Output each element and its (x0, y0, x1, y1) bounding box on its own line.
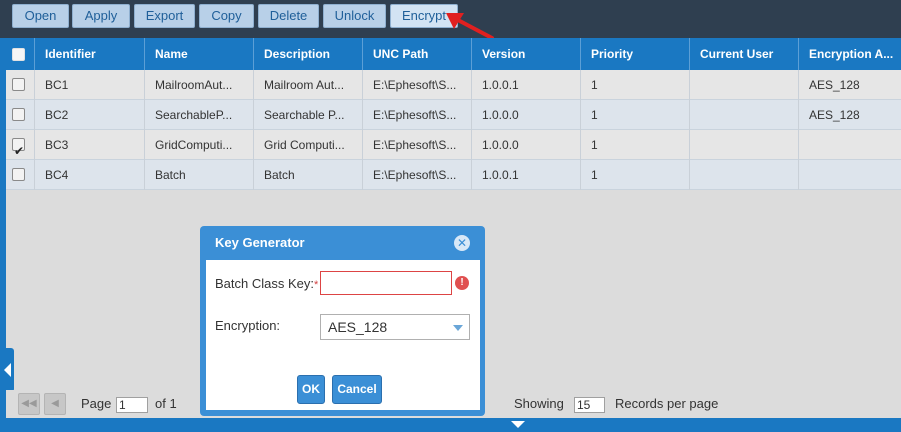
cell-encryption (799, 160, 901, 190)
row-checkbox[interactable] (12, 78, 25, 91)
row-checkbox[interactable] (12, 108, 25, 121)
cancel-button[interactable]: Cancel (332, 375, 382, 404)
cell-identifier: BC3 (35, 130, 145, 160)
bottom-panel-edge (0, 418, 901, 432)
table-row[interactable]: BC2 SearchableP... Searchable P... E:\Ep… (6, 100, 901, 130)
encryption-select-value: AES_128 (328, 319, 388, 335)
row-checkbox[interactable] (12, 168, 25, 181)
chevron-left-icon (4, 363, 11, 377)
cell-version: 1.0.0.0 (472, 100, 581, 130)
chevron-down-icon (453, 325, 463, 331)
table-row[interactable]: BC3 GridComputi... Grid Computi... E:\Ep… (6, 130, 901, 160)
cell-identifier: BC2 (35, 100, 145, 130)
column-header-unc-path[interactable]: UNC Path (363, 38, 472, 70)
records-per-page-input[interactable]: 15 (574, 397, 605, 413)
cell-name: Batch (145, 160, 254, 190)
open-button[interactable]: Open (12, 4, 69, 28)
page-label: Page (81, 396, 112, 411)
cell-current-user (690, 100, 799, 130)
cell-priority: 1 (581, 130, 690, 160)
export-button[interactable]: Export (134, 4, 195, 28)
ok-button[interactable]: OK (297, 375, 325, 404)
batch-class-key-label-text: Batch Class Key: (215, 276, 314, 291)
row-select-cell (6, 130, 35, 160)
cell-encryption: AES_128 (809, 78, 860, 92)
grid-header: Identifier Name Description UNC Path Ver… (6, 38, 901, 70)
delete-button[interactable]: Delete (258, 4, 319, 28)
encryption-select[interactable]: AES_128 (320, 314, 470, 340)
close-icon[interactable]: ✕ (454, 235, 470, 251)
cell-description: Mailroom Aut... (254, 70, 363, 100)
copy-button[interactable]: Copy (199, 4, 254, 28)
cell-name: MailroomAut... (145, 70, 254, 100)
expand-panel-tab[interactable] (491, 418, 545, 432)
cell-identifier: BC1 (35, 70, 145, 100)
cell-current-user (690, 130, 799, 160)
cell-encryption (799, 130, 901, 160)
row-select-cell (6, 160, 35, 190)
row-select-cell (6, 70, 35, 100)
column-header-priority[interactable]: Priority (581, 38, 690, 70)
column-header-version[interactable]: Version (472, 38, 581, 70)
records-per-page-label: Records per page (615, 396, 719, 411)
cell-priority: 1 (581, 70, 690, 100)
cell-description: Searchable P... (254, 100, 363, 130)
batch-class-key-label: Batch Class Key:* (215, 276, 318, 291)
cell-unc-path: E:\Ephesoft\S... (363, 100, 472, 130)
row-checkbox[interactable] (12, 136, 25, 160)
cell-priority: 1 (581, 100, 690, 130)
cell-encryption: AES_128 (809, 108, 860, 122)
first-page-button[interactable]: ◀◀ (18, 393, 40, 415)
cell-description: Grid Computi... (254, 130, 363, 160)
column-header-encryption[interactable]: Encryption A... (799, 38, 901, 70)
dialog-title: Key Generator (215, 235, 305, 250)
cell-current-user (690, 70, 799, 100)
collapse-panel-tab[interactable] (0, 348, 14, 392)
column-header-name[interactable]: Name (145, 38, 254, 70)
exclamation-icon: ! (455, 276, 469, 290)
key-generator-dialog: Key Generator ✕ Batch Class Key:* ! Encr… (200, 226, 485, 416)
batch-class-key-input[interactable] (320, 271, 452, 295)
select-all-checkbox[interactable] (12, 48, 25, 61)
cell-unc-path: E:\Ephesoft\S... (363, 130, 472, 160)
table-row[interactable]: BC4 Batch Batch E:\Ephesoft\S... 1.0.0.1… (6, 160, 901, 190)
apply-button[interactable]: Apply (72, 4, 130, 28)
select-all-cell (6, 38, 35, 70)
unlock-button[interactable]: Unlock (323, 4, 386, 28)
prev-page-button[interactable]: ◀ (44, 393, 66, 415)
column-header-identifier[interactable]: Identifier (35, 38, 145, 70)
dialog-body: Batch Class Key:* ! Encryption: AES_128 … (206, 260, 480, 410)
cell-name: GridComputi... (145, 130, 254, 160)
page-input[interactable]: 1 (116, 397, 148, 413)
cell-description: Batch (254, 160, 363, 190)
cell-version: 1.0.0.1 (472, 70, 581, 100)
cell-version: 1.0.0.1 (472, 160, 581, 190)
column-header-description[interactable]: Description (254, 38, 363, 70)
cell-unc-path: E:\Ephesoft\S... (363, 160, 472, 190)
cell-priority: 1 (581, 160, 690, 190)
cell-unc-path: E:\Ephesoft\S... (363, 70, 472, 100)
chevron-down-icon (511, 421, 525, 428)
column-header-current-user[interactable]: Current User (690, 38, 799, 70)
cell-version: 1.0.0.0 (472, 130, 581, 160)
encryption-label: Encryption: (215, 318, 281, 333)
row-select-cell (6, 100, 35, 130)
table-row[interactable]: BC1 MailroomAut... Mailroom Aut... E:\Ep… (6, 70, 901, 100)
cell-current-user (690, 160, 799, 190)
showing-label: Showing (514, 396, 564, 411)
required-mark: * (314, 279, 319, 291)
cell-identifier: BC4 (35, 160, 145, 190)
page-count-label: of 1 (155, 396, 177, 411)
cell-name: SearchableP... (145, 100, 254, 130)
